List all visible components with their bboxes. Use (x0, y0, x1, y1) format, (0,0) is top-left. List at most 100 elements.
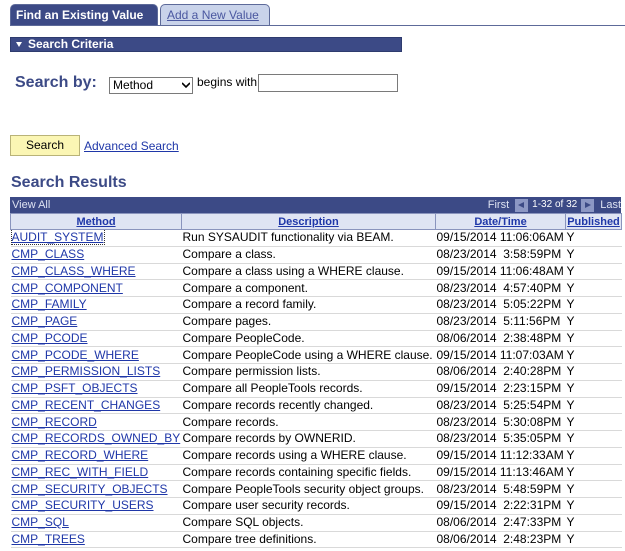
method-cell: CMP_SECURITY_OBJECTS (10, 480, 182, 498)
description-cell: Compare PeopleCode. (181, 330, 436, 348)
table-row: CMP_RECENT_CHANGES Compare records recent… (10, 397, 622, 415)
last-link[interactable]: Last (600, 197, 621, 213)
search-value-input[interactable] (258, 74, 398, 92)
description-cell: Compare records using a WHERE clause. (181, 447, 436, 465)
datetime-cell: 09/15/2014 11:06:06AM (435, 229, 566, 247)
method-link[interactable]: CMP_SQL (12, 515, 69, 529)
published-cell: Y (565, 263, 622, 281)
datetime-cell: 09/15/2014 11:12:33AM (435, 447, 566, 465)
published-cell: Y (565, 413, 622, 431)
published-cell: Y (565, 296, 622, 314)
method-link[interactable]: CMP_SECURITY_USERS (12, 498, 154, 512)
tab-bar: Find an Existing Value Add a New Value (10, 4, 270, 25)
method-link[interactable]: CMP_PCODE (12, 331, 88, 345)
datetime-cell: 08/06/2014 2:47:33PM (435, 514, 566, 532)
column-header-published[interactable]: Published (565, 213, 622, 230)
published-cell: Y (565, 480, 622, 498)
table-row: CMP_COMPONENT Compare a component. 08/23/2… (10, 279, 622, 297)
method-link[interactable]: CMP_COMPONENT (12, 281, 123, 295)
method-cell: CMP_PAGE (10, 313, 182, 331)
method-cell: CMP_REC_WITH_FIELD (10, 464, 182, 482)
published-cell: Y (565, 464, 622, 482)
method-link[interactable]: CMP_RECENT_CHANGES (12, 398, 161, 412)
published-cell: Y (565, 430, 622, 448)
table-row: CMP_TREES Compare tree definitions. 08/06/… (10, 531, 622, 549)
grid-navigation-bar: View All First 1-32 of 32 Last (10, 197, 621, 213)
search-by-label: Search by: (15, 74, 97, 91)
column-header-datetime[interactable]: Date/Time (435, 213, 566, 230)
description-cell: Compare PeopleCode using a WHERE clause. (181, 346, 436, 364)
datetime-cell: 09/15/2014 2:22:31PM (435, 497, 566, 515)
method-link[interactable]: CMP_REC_WITH_FIELD (12, 465, 149, 479)
description-cell: Compare records containing specific fiel… (181, 464, 436, 482)
method-link[interactable]: CMP_RECORDS_OWNED_BY (12, 431, 181, 445)
tab-add-new-value[interactable]: Add a New Value (160, 4, 270, 25)
column-header-description[interactable]: Description (181, 213, 436, 230)
table-row: CMP_PCODE Compare PeopleCode. 08/06/2014 2… (10, 330, 622, 348)
description-cell: Compare records recently changed. (181, 397, 436, 415)
method-link[interactable]: AUDIT_SYSTEM (10, 229, 105, 246)
published-cell: Y (565, 363, 622, 381)
datetime-cell: 08/23/2014 5:35:05PM (435, 430, 566, 448)
method-cell: CMP_PERMISSION_LISTS (10, 363, 182, 381)
advanced-search-link[interactable]: Advanced Search (84, 139, 179, 153)
method-link[interactable]: CMP_CLASS (12, 247, 85, 261)
description-cell: Compare a class. (181, 246, 436, 264)
table-row: CMP_PCODE_WHERE Compare PeopleCode using … (10, 346, 622, 364)
view-all-link[interactable]: View All (12, 197, 50, 213)
published-cell: Y (565, 497, 622, 515)
method-link[interactable]: CMP_CLASS_WHERE (12, 264, 136, 278)
header-row: Method Description Date/Time Published (10, 213, 622, 230)
datetime-cell: 08/06/2014 2:48:23PM (435, 531, 566, 549)
datetime-cell: 08/23/2014 5:30:08PM (435, 413, 566, 431)
published-cell: Y (565, 246, 622, 264)
method-link[interactable]: CMP_PERMISSION_LISTS (12, 364, 161, 378)
published-cell: Y (565, 447, 622, 465)
datetime-cell: 09/15/2014 11:13:46AM (435, 464, 566, 482)
published-cell: Y (565, 330, 622, 348)
method-cell: CMP_PCODE_WHERE (10, 346, 182, 364)
search-results-title: Search Results (11, 174, 127, 191)
published-cell: Y (565, 397, 622, 415)
datetime-cell: 08/23/2014 4:57:40PM (435, 279, 566, 297)
table-row: CMP_FAMILY Compare a record family. 08/23/… (10, 296, 622, 314)
method-link[interactable]: CMP_SECURITY_OBJECTS (12, 482, 168, 496)
method-cell: CMP_RECORD_WHERE (10, 447, 182, 465)
search-by-select[interactable]: Method (109, 77, 193, 94)
method-link[interactable]: CMP_PCODE_WHERE (12, 348, 139, 362)
method-link[interactable]: CMP_PAGE (12, 314, 78, 328)
previous-arrow-icon[interactable] (515, 198, 529, 212)
datetime-cell: 08/06/2014 2:40:28PM (435, 363, 566, 381)
method-link[interactable]: CMP_TREES (12, 532, 85, 546)
description-cell: Compare a component. (181, 279, 436, 297)
published-cell: Y (565, 346, 622, 364)
method-link[interactable]: CMP_FAMILY (12, 297, 87, 311)
table-row: CMP_RECORDS_OWNED_BY Compare records by O… (10, 430, 622, 448)
table-row: CMP_PERMISSION_LISTS Compare permission l… (10, 363, 622, 381)
method-link[interactable]: CMP_RECORD (12, 415, 97, 429)
next-arrow-icon[interactable] (581, 198, 595, 212)
search-button[interactable]: Search (10, 135, 80, 156)
column-header-method[interactable]: Method (10, 213, 182, 230)
row-count: 1-32 of 32 (532, 199, 578, 210)
description-cell: Compare PeopleTools security object grou… (181, 480, 436, 498)
results-table: Method Description Date/Time Published A… (10, 213, 622, 549)
table-row: CMP_PAGE Compare pages. 08/23/2014 5:11:56… (10, 313, 622, 331)
method-cell: CMP_COMPONENT (10, 279, 182, 297)
method-link[interactable]: CMP_PSFT_OBJECTS (12, 381, 138, 395)
table-row: CMP_RECORD Compare records. 08/23/2014 5:3… (10, 413, 622, 431)
datetime-cell: 08/23/2014 5:48:59PM (435, 480, 566, 498)
tab-find-existing-value[interactable]: Find an Existing Value (10, 4, 158, 25)
datetime-cell: 09/15/2014 11:06:48AM (435, 263, 566, 281)
published-cell: Y (565, 514, 622, 532)
search-criteria-header[interactable]: Search Criteria (10, 37, 402, 52)
method-cell: CMP_TREES (10, 531, 182, 549)
description-cell: Compare tree definitions. (181, 531, 436, 549)
table-row: CMP_RECORD_WHERE Compare records using a … (10, 447, 622, 465)
published-cell: Y (565, 279, 622, 297)
first-link[interactable]: First (488, 197, 509, 213)
table-row: AUDIT_SYSTEM Run SYSAUDIT functionality v… (10, 229, 622, 247)
collapse-triangle-icon[interactable] (16, 41, 22, 47)
method-link[interactable]: CMP_RECORD_WHERE (12, 448, 149, 462)
datetime-cell: 09/15/2014 2:23:15PM (435, 380, 566, 398)
